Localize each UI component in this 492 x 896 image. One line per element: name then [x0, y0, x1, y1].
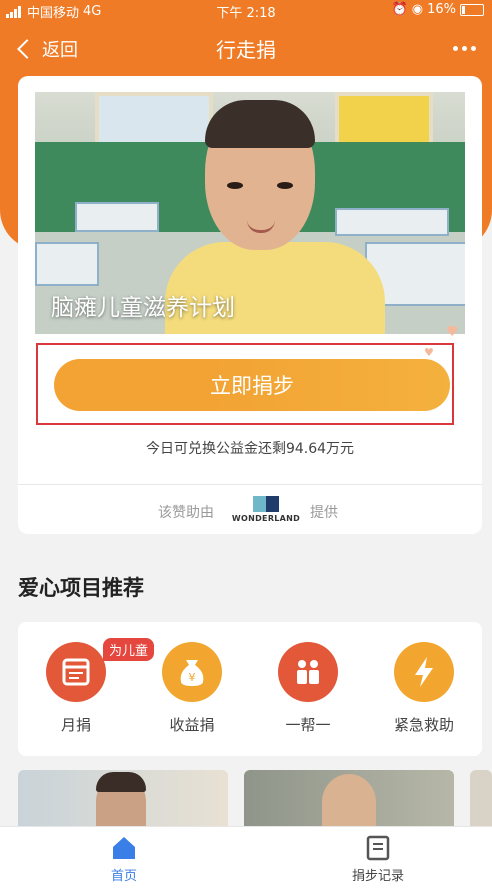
- calendar-icon: [46, 642, 106, 702]
- project-emergency[interactable]: 紧急救助: [379, 642, 469, 735]
- nav-bar: 返回 行走捐: [0, 22, 492, 74]
- home-icon: [113, 837, 135, 859]
- alarm-icon: ⏰: [391, 2, 408, 17]
- project-label: 紧急救助: [393, 716, 454, 734]
- project-label: 收益捐: [169, 716, 215, 734]
- battery-icon: [460, 3, 484, 16]
- money-bag-icon: ¥: [162, 642, 222, 702]
- donate-steps-button[interactable]: 立即捐步: [54, 359, 450, 411]
- wonderland-logo[interactable]: WONDERLAND: [230, 496, 302, 526]
- more-menu-icon[interactable]: [453, 46, 476, 51]
- tab-bar: 首页 捐步记录: [0, 826, 492, 896]
- sponsor-suffix: 提供: [310, 505, 338, 521]
- battery-percent: 16%: [427, 2, 456, 17]
- highlight-box: 立即捐步: [36, 343, 454, 425]
- remaining-fund-text: 今日可兑换公益金还剩94.64万元: [145, 441, 355, 457]
- project-label: 一帮一: [285, 716, 331, 734]
- project-one-to-one[interactable]: 一帮一: [263, 642, 353, 735]
- heart-icon: ♥: [446, 324, 459, 340]
- logo-text: WONDERLAND: [231, 514, 301, 523]
- tab-home[interactable]: 首页: [74, 835, 174, 884]
- project-photo[interactable]: [18, 770, 228, 830]
- records-icon: [366, 835, 390, 861]
- project-label: 月捐: [60, 716, 91, 734]
- divider: [18, 484, 482, 485]
- project-monthly[interactable]: 为儿童 月捐: [31, 638, 155, 735]
- svg-text:¥: ¥: [189, 671, 196, 684]
- project-photo[interactable]: [470, 770, 492, 830]
- lightning-icon: [394, 642, 454, 702]
- page-title: 行走捐: [216, 38, 276, 62]
- project-photo[interactable]: [244, 770, 454, 830]
- hero-title: 脑瘫儿童滋养计划: [51, 295, 235, 321]
- sponsor-prefix: 该赞助由: [158, 505, 214, 521]
- project-photos: [18, 770, 492, 830]
- hero-image[interactable]: 脑瘫儿童滋养计划: [35, 92, 465, 334]
- project-grid: 为儿童 月捐 ¥ 收益捐 一帮一 紧急救助: [18, 622, 482, 756]
- status-bar: 中国移动 4G 下午 2:18 ⏰ ◉ 16%: [0, 0, 492, 21]
- tab-records[interactable]: 捐步记录: [328, 835, 428, 884]
- sponsor-line: 该赞助由 WONDERLAND 提供: [18, 496, 482, 526]
- project-yield[interactable]: ¥ 收益捐: [147, 642, 237, 735]
- orientation-lock-icon: ◉: [411, 2, 424, 17]
- section-title: 爱心项目推荐: [18, 576, 144, 600]
- tab-home-label: 首页: [110, 869, 137, 884]
- people-icon: [278, 642, 338, 702]
- tab-records-label: 捐步记录: [351, 869, 404, 884]
- main-card: 脑瘫儿童滋养计划 ♥ ♥ 立即捐步 今日可兑换公益金还剩94.64万元 该赞助由…: [18, 76, 482, 534]
